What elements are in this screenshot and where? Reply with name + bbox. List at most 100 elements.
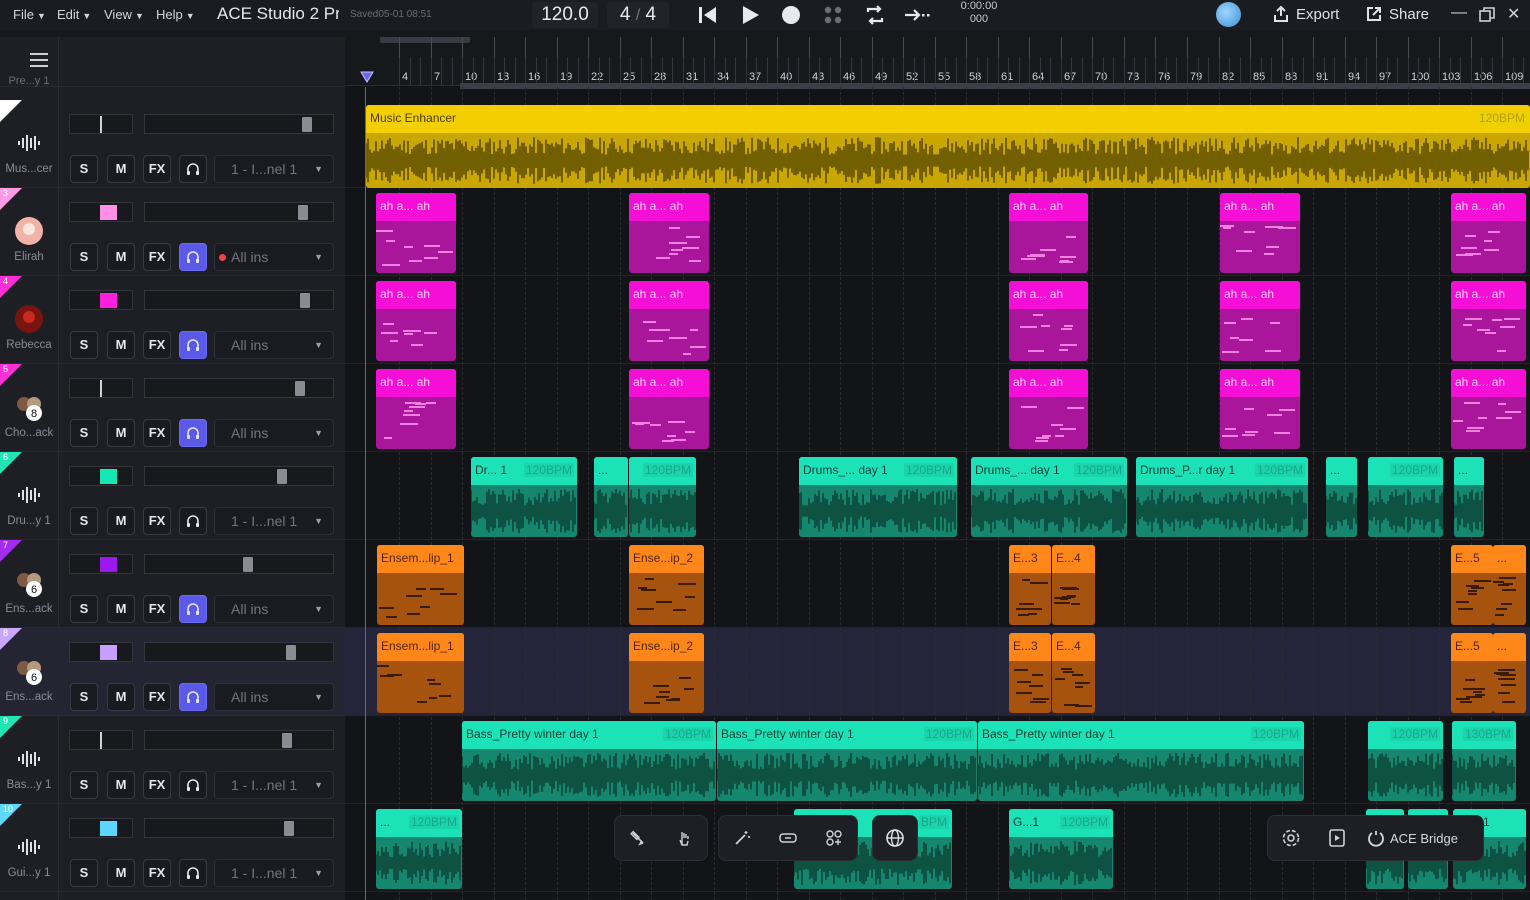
mute-button[interactable]: M — [107, 419, 135, 447]
ensemble-clip[interactable]: E...5 — [1451, 633, 1493, 713]
vocal-clip[interactable]: ah a... ah — [629, 369, 709, 449]
track-color-swatch[interactable] — [100, 469, 117, 484]
audio-clip[interactable]: Drums_... day 1 120BPM — [971, 457, 1127, 537]
globe-icon[interactable] — [873, 815, 917, 861]
menu-help[interactable]: Help ▼ — [156, 7, 195, 22]
track-avatar[interactable]: 6 — [14, 656, 44, 686]
track-color-swatch[interactable] — [100, 821, 117, 836]
track-header[interactable]: 7 6 Ens...ack S M FX All ins ▼ — [0, 540, 345, 628]
fx-button[interactable]: FX — [143, 683, 171, 711]
record-icon[interactable] — [779, 3, 803, 27]
fx-button[interactable]: FX — [143, 771, 171, 799]
volume-handle[interactable] — [298, 205, 308, 220]
monitor-headphones-icon[interactable] — [179, 243, 207, 271]
ensemble-clip[interactable]: ... — [1493, 545, 1526, 625]
hand-icon[interactable] — [661, 815, 707, 861]
solo-button[interactable]: S — [70, 859, 98, 887]
solo-button[interactable]: S — [70, 771, 98, 799]
tempo-field[interactable]: 120.0 — [532, 2, 598, 28]
track-color-marker[interactable] — [100, 380, 102, 397]
vocal-clip[interactable]: ah a... ah — [1451, 281, 1526, 361]
audio-clip[interactable]: 130BPM — [1452, 721, 1516, 801]
volume-slider[interactable] — [144, 290, 334, 310]
vocal-clip[interactable]: ah a... ah — [376, 369, 456, 449]
audio-clip[interactable]: ... — [1326, 457, 1357, 537]
track-name[interactable]: Ens...ack — [0, 603, 58, 615]
audio-clip[interactable]: ... — [1454, 457, 1484, 537]
waveform-icon[interactable] — [14, 128, 44, 158]
input-select[interactable]: 1 - I...nel 1 ▼ — [214, 507, 334, 535]
mute-button[interactable]: M — [107, 683, 135, 711]
volume-handle[interactable] — [300, 293, 310, 308]
cut-icon[interactable] — [615, 815, 661, 861]
mute-button[interactable]: M — [107, 155, 135, 183]
time-signature-field[interactable]: 4 / 4 — [607, 2, 669, 28]
settings-icon[interactable] — [1268, 815, 1314, 861]
track-color-swatch[interactable] — [100, 557, 117, 572]
input-select[interactable]: All ins ▼ — [214, 331, 334, 359]
solo-button[interactable]: S — [70, 155, 98, 183]
track-name[interactable]: Ens...ack — [0, 691, 58, 703]
audio-clip[interactable]: ... — [594, 457, 628, 537]
track-header[interactable]: 6 Dru...y 1 S M FX 1 - I...nel 1 ▼ — [0, 452, 345, 540]
menu-file[interactable]: File ▼ — [13, 7, 46, 22]
loop-range[interactable] — [380, 37, 470, 43]
vocal-clip[interactable]: ah a... ah — [1009, 193, 1088, 273]
monitor-headphones-icon[interactable] — [179, 155, 207, 183]
monitor-headphones-icon[interactable] — [179, 683, 207, 711]
vocal-clip[interactable]: ah a... ah — [1451, 193, 1526, 273]
waveform-icon[interactable] — [14, 744, 44, 774]
volume-slider[interactable] — [144, 114, 334, 134]
solo-button[interactable]: S — [70, 419, 98, 447]
input-select[interactable]: 1 - I...nel 1 ▼ — [214, 771, 334, 799]
track-color-box[interactable] — [69, 114, 133, 134]
track-avatar[interactable]: 8 — [14, 392, 44, 422]
mute-button[interactable]: M — [107, 595, 135, 623]
follow-playhead-icon[interactable] — [903, 3, 933, 27]
track-color-box[interactable] — [69, 554, 133, 574]
fx-button[interactable]: FX — [143, 595, 171, 623]
ensemble-clip[interactable]: E...4 — [1052, 633, 1095, 713]
track-color-box[interactable] — [69, 818, 133, 838]
track-color-box[interactable] — [69, 466, 133, 486]
waveform-icon[interactable] — [14, 832, 44, 862]
track-name[interactable]: Cho...ack — [0, 427, 58, 439]
vocal-clip[interactable]: ah a... ah — [1009, 369, 1088, 449]
vocal-clip[interactable]: ah a... ah — [1220, 369, 1300, 449]
mute-button[interactable]: M — [107, 243, 135, 271]
track-header[interactable]: 3 Elirah S M FX All ins ▼ — [0, 188, 345, 276]
export-button[interactable]: Export — [1272, 5, 1339, 23]
track-header[interactable]: 5 8 Cho...ack S M FX All ins ▼ — [0, 364, 345, 452]
loop-clip-icon[interactable] — [765, 815, 811, 861]
track-color-swatch[interactable] — [100, 645, 117, 660]
monitor-headphones-icon[interactable] — [179, 859, 207, 887]
solo-button[interactable]: S — [70, 507, 98, 535]
input-select[interactable]: 1 - I...nel 1 ▼ — [214, 155, 334, 183]
vocal-clip[interactable]: ah a... ah — [1220, 281, 1300, 361]
vocal-clip[interactable]: ah a... ah — [1220, 193, 1300, 273]
fx-button[interactable]: FX — [143, 243, 171, 271]
mute-button[interactable]: M — [107, 331, 135, 359]
mute-button[interactable]: M — [107, 859, 135, 887]
solo-button[interactable]: S — [70, 331, 98, 359]
project-title[interactable]: ACE Studio 2 Pr — [217, 4, 339, 24]
track-lane[interactable] — [345, 364, 1530, 452]
volume-slider[interactable] — [144, 466, 334, 486]
add-grid-icon[interactable] — [811, 815, 857, 861]
waveform-icon[interactable] — [14, 480, 44, 510]
track-color-box[interactable] — [69, 202, 133, 222]
volume-handle[interactable] — [302, 117, 312, 132]
input-select[interactable]: All ins ▼ — [214, 595, 334, 623]
track-avatar[interactable] — [14, 216, 44, 246]
playhead-marker-icon[interactable] — [360, 71, 374, 83]
track-name[interactable]: Dru...y 1 — [0, 515, 58, 527]
mute-button[interactable]: M — [107, 771, 135, 799]
track-name[interactable]: Mus...cer — [0, 163, 58, 175]
track-name[interactable]: Bas...y 1 — [0, 779, 58, 791]
track-name[interactable]: Rebecca — [0, 339, 58, 351]
minimize-icon[interactable]: — — [1451, 4, 1467, 22]
audio-clip[interactable]: Drums_... day 1 120BPM — [799, 457, 957, 537]
volume-handle[interactable] — [286, 645, 296, 660]
track-header[interactable]: 9 Bas...y 1 S M FX 1 - I...nel 1 ▼ — [0, 716, 345, 804]
volume-slider[interactable] — [144, 730, 334, 750]
